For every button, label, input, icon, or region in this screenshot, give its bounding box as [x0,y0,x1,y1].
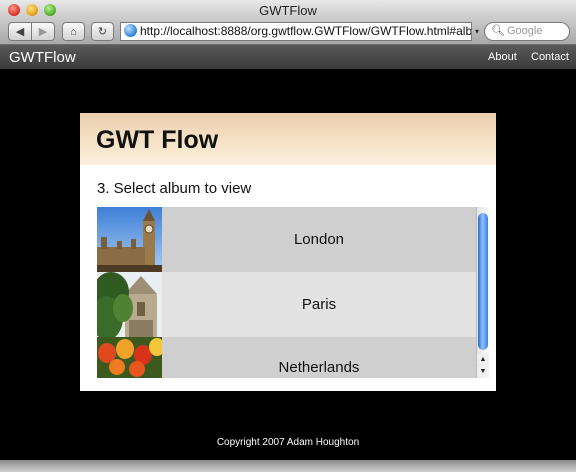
album-panel: GWT Flow 3. Select album to view London … [80,113,496,391]
footer-copyright: Copyright 2007 Adam Houghton [216,437,360,448]
album-row-paris[interactable]: Paris [97,272,476,337]
app-brand: GWTFlow [9,49,76,66]
album-list: London Paris Netherlands ▲ ▼ [97,207,489,378]
forward-button[interactable]: ▶ [31,22,55,41]
album-row-netherlands[interactable]: Netherlands [97,337,476,378]
reload-button[interactable]: ↻ [91,22,114,41]
tulips-photo[interactable] [97,337,162,378]
url-text: http://localhost:8888/org.gwtflow.GWTFlo… [140,24,472,38]
browser-toolbar: ◀ ▶ ⌂ ↻ http://localhost:8888/org.gwtflo… [0,20,576,45]
app-header: GWTFlow About Contact [0,45,576,69]
search-placeholder: Google [506,25,543,37]
home-icon: ⌂ [70,26,77,38]
panel-header: GWT Flow [80,113,496,165]
window-bottom-bar [0,460,576,472]
forward-arrow-icon: ▶ [38,26,48,38]
reload-icon: ↻ [97,26,108,38]
notre-dame-photo[interactable] [97,272,162,337]
step-label: 3. Select album to view [97,180,252,197]
window-titlebar: GWTFlow [0,0,576,20]
address-bar[interactable]: http://localhost:8888/org.gwtflow.GWTFlo… [120,22,472,41]
scrollbar-thumb[interactable] [478,213,488,350]
album-name: London [162,207,476,272]
back-button[interactable]: ◀ [8,22,32,41]
big-ben-photo[interactable] [97,207,162,272]
album-list-scrollbar[interactable]: ▲ ▼ [476,207,489,378]
home-button[interactable]: ⌂ [62,22,85,41]
album-name: Paris [162,272,476,337]
globe-icon [124,24,137,38]
album-row-london[interactable]: London [97,207,476,272]
panel-title: GWT Flow [96,126,219,154]
contact-link[interactable]: Contact [531,51,569,63]
scroll-down-arrow-icon[interactable]: ▼ [477,366,489,377]
about-link[interactable]: About [488,51,517,63]
back-arrow-icon: ◀ [15,26,25,38]
search-icon: 🔍︎ [491,25,505,37]
album-name: Netherlands [162,337,476,378]
address-dropdown-icon[interactable]: ▾ [472,22,482,41]
search-input[interactable]: 🔍︎ Google [484,22,570,41]
window-title: GWTFlow [259,3,317,18]
scroll-up-arrow-icon[interactable]: ▲ [477,354,489,365]
